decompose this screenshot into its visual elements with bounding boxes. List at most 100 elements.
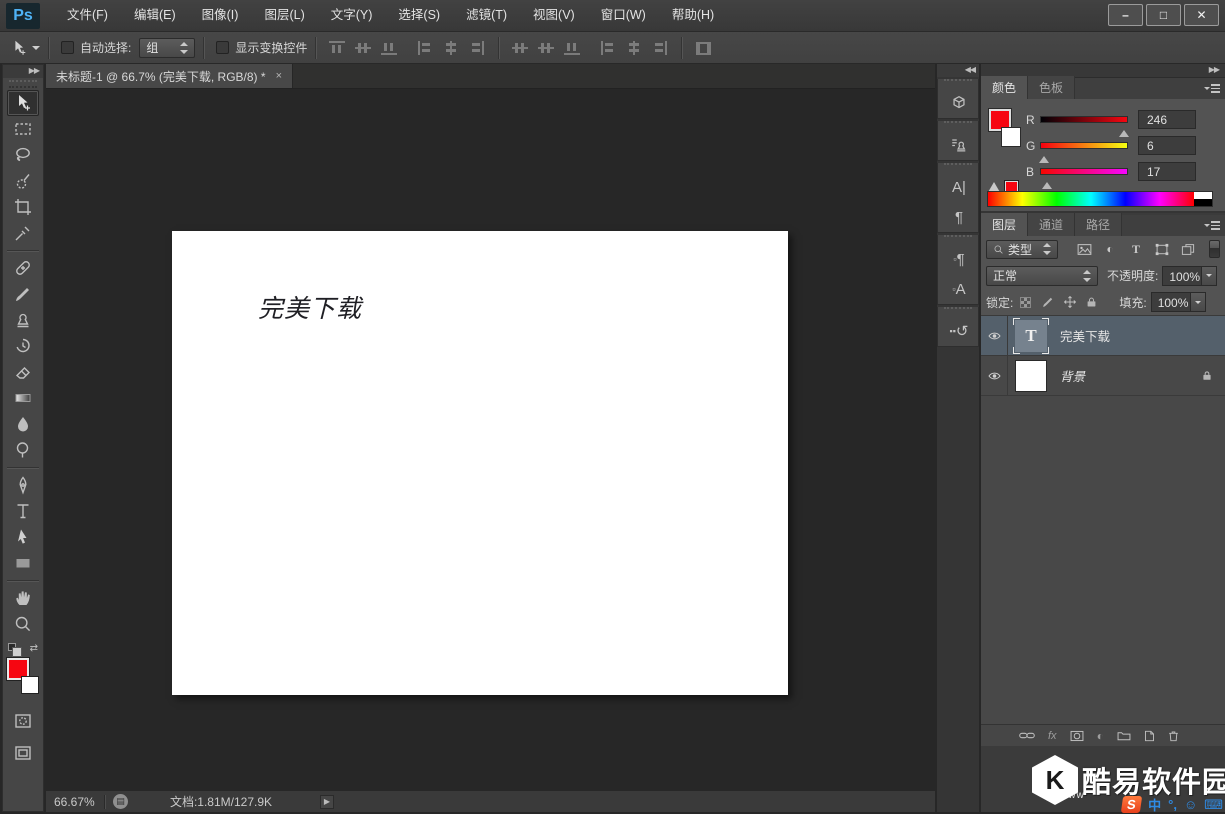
tool-dodge[interactable]	[7, 437, 39, 463]
tab-color[interactable]: 颜色	[981, 76, 1028, 99]
slider-handle[interactable]	[1039, 151, 1049, 163]
auto-select-dropdown[interactable]: 组	[139, 38, 195, 58]
slider-handle[interactable]	[1042, 177, 1052, 189]
lock-transparent-pixels-icon[interactable]	[1016, 294, 1035, 310]
layer-name[interactable]: 背景	[1060, 366, 1085, 385]
tool-history-brush[interactable]	[7, 333, 39, 359]
panel-menu-icon[interactable]	[1204, 83, 1220, 94]
show-transform-checkbox[interactable]	[216, 41, 229, 54]
red-slider[interactable]	[1040, 116, 1128, 123]
filter-shape-layers-icon[interactable]	[1151, 240, 1173, 258]
tool-zoom[interactable]	[7, 611, 39, 637]
add-mask-icon[interactable]	[1070, 730, 1084, 742]
panel-background-swatch[interactable]	[1001, 127, 1021, 147]
tab-layers[interactable]: 图层	[981, 213, 1028, 236]
new-layer-icon[interactable]	[1144, 730, 1155, 742]
menu-edit[interactable]: 编辑(E)	[121, 0, 189, 31]
slider-handle[interactable]	[1119, 125, 1129, 137]
properties-panel-icon[interactable]	[938, 88, 980, 118]
canvas[interactable]: 完美下载	[172, 231, 788, 695]
opacity-dropdown-button[interactable]	[1202, 266, 1217, 286]
menu-filter[interactable]: 滤镜(T)	[453, 0, 520, 31]
tool-clone-stamp[interactable]	[7, 307, 39, 333]
panel-drag-grip[interactable]	[944, 121, 972, 128]
distribute-vertical-centers-icon[interactable]	[538, 41, 554, 55]
tool-lasso[interactable]	[7, 142, 39, 168]
green-slider[interactable]	[1040, 142, 1128, 149]
panel-menu-icon[interactable]	[1204, 220, 1220, 231]
tool-rectangular-marquee[interactable]	[7, 116, 39, 142]
blend-mode-dropdown[interactable]: 正常	[986, 266, 1098, 286]
tool-eyedropper[interactable]	[7, 220, 39, 246]
tool-move[interactable]	[7, 90, 39, 116]
tool-pen[interactable]	[7, 472, 39, 498]
panel-drag-grip[interactable]	[944, 235, 972, 242]
tool-rectangle-shape[interactable]	[7, 550, 39, 576]
status-zoom-field[interactable]: 66.67%	[46, 795, 104, 809]
distribute-right-edges-icon[interactable]	[652, 41, 668, 55]
default-colors-icon[interactable]	[8, 643, 16, 651]
link-layers-icon[interactable]	[1019, 731, 1035, 740]
paragraph-styles-panel-icon[interactable]: ▫¶	[938, 244, 980, 274]
layer-row-background[interactable]: 背景	[981, 356, 1225, 396]
status-flyout-button[interactable]: ▶	[320, 795, 334, 809]
lock-image-pixels-icon[interactable]	[1038, 294, 1057, 310]
menu-image[interactable]: 图像(I)	[189, 0, 252, 31]
tool-quick-selection[interactable]	[7, 168, 39, 194]
ime-logo[interactable]: S	[1121, 796, 1142, 813]
quick-mask-button[interactable]	[7, 708, 39, 734]
tool-brush[interactable]	[7, 281, 39, 307]
text-layer-thumbnail[interactable]: T	[1015, 320, 1047, 352]
tab-paths[interactable]: 路径	[1075, 213, 1122, 236]
color-spectrum-ramp[interactable]	[987, 191, 1213, 207]
filter-pixel-layers-icon[interactable]	[1073, 240, 1095, 258]
layer-visibility-toggle[interactable]	[981, 356, 1008, 396]
align-horizontal-centers-icon[interactable]	[443, 41, 459, 55]
tool-crop[interactable]	[7, 194, 39, 220]
auto-align-layers-icon[interactable]	[695, 41, 711, 55]
swap-colors-icon[interactable]: ⇄	[30, 643, 38, 654]
ime-punctuation-toggle[interactable]: °,	[1168, 797, 1177, 812]
filter-toggle-switch[interactable]	[1209, 240, 1220, 258]
ime-emoticon-button[interactable]: ☺	[1184, 797, 1197, 812]
maximize-button[interactable]: □	[1146, 4, 1181, 26]
fill-value[interactable]: 100%	[1151, 292, 1191, 312]
current-tool-indicator[interactable]	[10, 39, 40, 57]
align-bottom-edges-icon[interactable]	[381, 41, 397, 55]
layer-style-icon[interactable]: fx	[1048, 730, 1057, 742]
menu-select[interactable]: 选择(S)	[385, 0, 453, 31]
canvas-text-layer[interactable]: 完美下载	[258, 289, 362, 325]
new-adjustment-layer-icon[interactable]: ◐	[1097, 729, 1104, 743]
menu-layer[interactable]: 图层(L)	[251, 0, 317, 31]
character-styles-panel-icon[interactable]: ▫A	[938, 274, 980, 304]
blue-value-field[interactable]: 17	[1138, 162, 1196, 181]
filter-adjustment-layers-icon[interactable]: ◐	[1099, 240, 1121, 258]
lock-position-icon[interactable]	[1060, 294, 1079, 310]
opacity-value[interactable]: 100%	[1162, 266, 1202, 286]
menu-help[interactable]: 帮助(H)	[659, 0, 727, 31]
distribute-horizontal-centers-icon[interactable]	[626, 41, 642, 55]
distribute-left-edges-icon[interactable]	[600, 41, 616, 55]
auto-select-checkbox[interactable]	[61, 41, 74, 54]
background-color-swatch[interactable]	[21, 676, 39, 694]
screen-mode-button[interactable]	[7, 740, 39, 766]
blue-slider[interactable]	[1040, 168, 1128, 175]
distribute-bottom-edges-icon[interactable]	[564, 41, 580, 55]
filter-smart-objects-icon[interactable]	[1177, 240, 1199, 258]
tool-spot-healing-brush[interactable]	[7, 255, 39, 281]
background-layer-thumbnail[interactable]	[1015, 360, 1047, 392]
tab-swatches[interactable]: 色板	[1028, 76, 1075, 99]
tool-horizontal-type[interactable]	[7, 498, 39, 524]
lock-all-icon[interactable]	[1082, 294, 1101, 310]
tool-path-selection[interactable]	[7, 524, 39, 550]
document-tab-close-icon[interactable]: ×	[276, 70, 282, 82]
red-value-field[interactable]: 246	[1138, 110, 1196, 129]
tool-blur[interactable]	[7, 411, 39, 437]
layer-visibility-toggle[interactable]	[981, 316, 1008, 356]
document-tab[interactable]: 未标题-1 @ 66.7% (完美下载, RGB/8) * ×	[46, 64, 293, 88]
layer-filter-dropdown[interactable]: 类型	[986, 240, 1058, 259]
rainbow-ramp[interactable]	[988, 192, 1194, 206]
history-panel-icon[interactable]: ▪▪↺	[938, 316, 980, 346]
close-button[interactable]: ✕	[1184, 4, 1219, 26]
tool-hand[interactable]	[7, 585, 39, 611]
